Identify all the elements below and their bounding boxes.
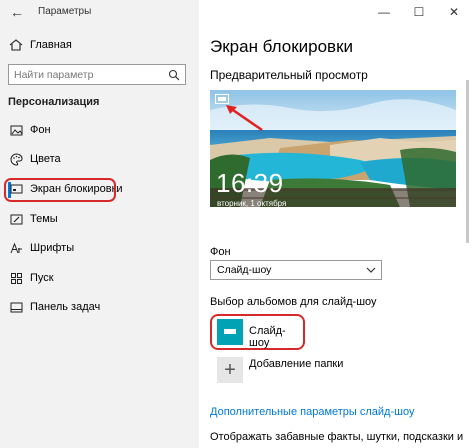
sidebar-item-label: Фон <box>30 124 51 136</box>
highlight-box <box>4 178 116 202</box>
sidebar-item-themes[interactable]: Темы <box>8 209 193 231</box>
album-tile <box>217 319 243 345</box>
arrow-left-icon[interactable]: ← <box>8 3 26 21</box>
grid-icon <box>11 273 22 284</box>
advanced-slideshow-link[interactable]: Дополнительные параметры слайд-шоу <box>210 406 414 418</box>
search-input[interactable]: Найти параметр <box>8 64 186 85</box>
background-label: Фон <box>210 246 231 258</box>
sidebar: ← Параметры Главная Найти параметр Персо… <box>0 0 199 448</box>
image-icon <box>10 125 23 136</box>
titlebar-left: ← Параметры <box>0 0 199 24</box>
sidebar-item-label: Пуск <box>30 272 54 284</box>
window-controls: — ☐ ✕ <box>364 0 474 24</box>
sidebar-item-label: Темы <box>30 213 58 225</box>
settings-window: ← Параметры Главная Найти параметр Персо… <box>0 0 474 448</box>
add-folder-label[interactable]: Добавление папки <box>249 358 343 370</box>
slideshow-icon <box>224 329 236 334</box>
sidebar-item-label: Цвета <box>30 153 61 165</box>
add-folder-button[interactable]: + <box>217 357 243 383</box>
sidebar-item-label: Шрифты <box>30 242 75 254</box>
chevron-down-icon <box>366 267 376 273</box>
palette-icon <box>10 153 23 166</box>
section-title: Персонализация <box>8 96 100 108</box>
sidebar-item-colors[interactable]: Цвета <box>8 149 193 171</box>
album-slideshow-button[interactable]: Слайд-шоу <box>210 314 305 350</box>
maximize-button[interactable]: ☐ <box>411 4 427 20</box>
sidebar-item-background[interactable]: Фон <box>8 120 193 142</box>
home-icon <box>9 39 23 51</box>
arrow-annotation-icon <box>226 105 263 132</box>
fun-facts-text: Отображать забавные факты, шутки, подска… <box>210 431 464 443</box>
page-title: Экран блокировки <box>210 37 354 56</box>
preview-date: вторник, 1 октября <box>217 199 287 207</box>
sidebar-item-start[interactable]: Пуск <box>8 268 193 290</box>
lockscreen-preview: 16:39 вторник, 1 октября <box>210 90 456 207</box>
window-title: Параметры <box>38 6 92 17</box>
minimize-button[interactable]: — <box>376 4 392 20</box>
search-icon[interactable] <box>168 69 180 81</box>
close-button[interactable]: ✕ <box>446 4 462 20</box>
albums-label: Выбор альбомов для слайд-шоу <box>210 296 377 308</box>
sidebar-home-label: Главная <box>30 39 72 51</box>
sidebar-item-home[interactable]: Главная <box>8 36 193 56</box>
sidebar-item-taskbar[interactable]: Панель задач <box>8 297 193 319</box>
sidebar-item-label: Панель задач <box>30 301 101 313</box>
preview-title: Предварительный просмотр <box>210 68 368 82</box>
plus-icon: + <box>224 359 236 381</box>
scrollbar[interactable] <box>466 80 469 243</box>
brush-icon <box>10 214 23 225</box>
main-content: — ☐ ✕ Экран блокировки Предварительный п… <box>199 0 474 448</box>
preview-clock: 16:39 <box>216 168 284 198</box>
taskbar-icon <box>10 302 23 313</box>
album-label: Слайд-шоу <box>249 325 286 349</box>
background-select[interactable]: Слайд-шоу <box>210 260 382 280</box>
font-icon <box>10 242 22 254</box>
sidebar-item-fonts[interactable]: Шрифты <box>8 238 193 260</box>
search-placeholder: Найти параметр <box>14 69 94 81</box>
background-select-value: Слайд-шоу <box>217 264 272 276</box>
